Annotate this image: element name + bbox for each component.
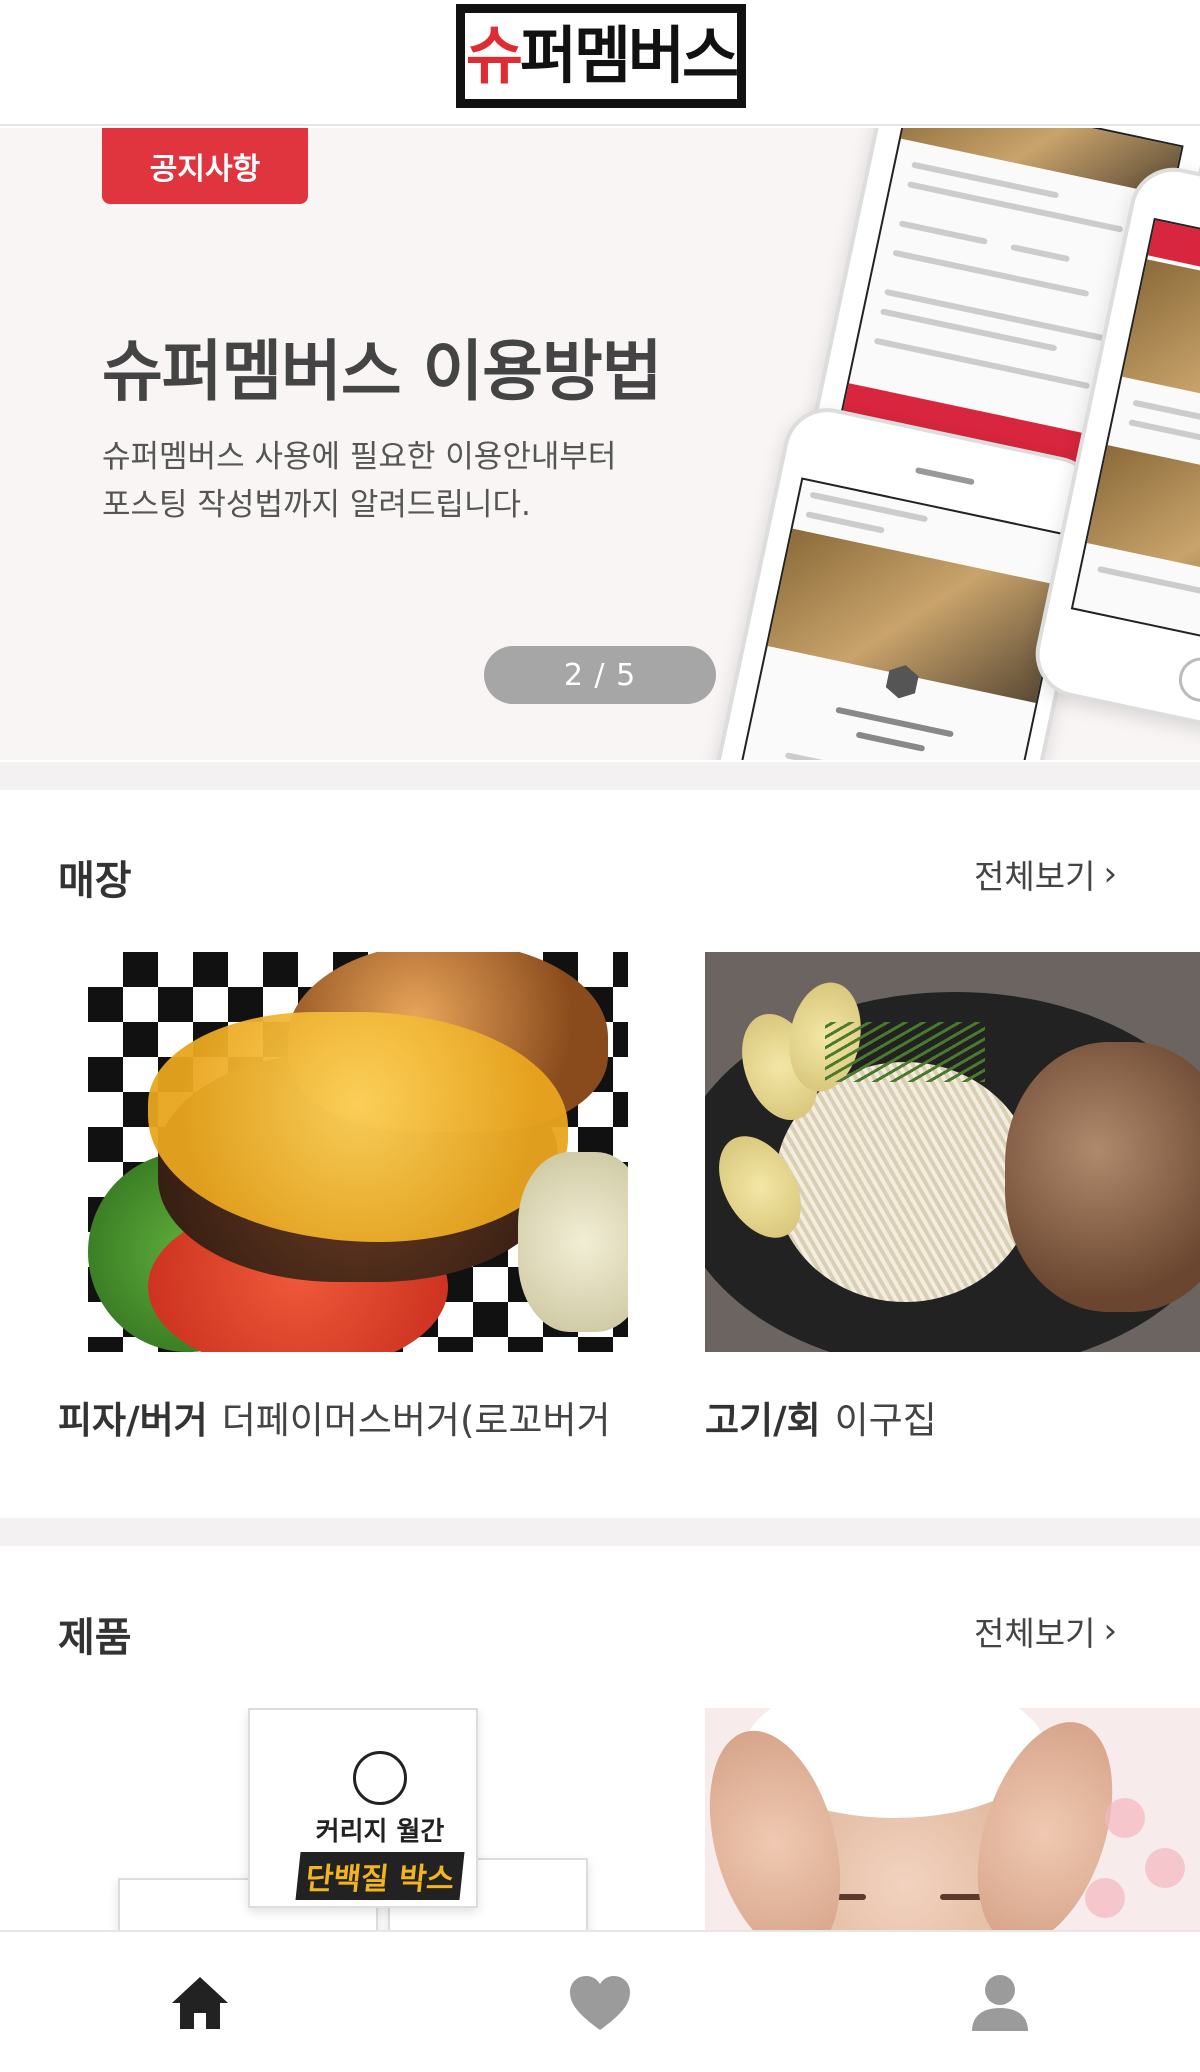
products-see-all-link[interactable]: 전체보기 ›	[974, 1607, 1117, 1655]
banner-pager: 2 / 5	[484, 646, 716, 704]
stores-title: 매장	[58, 858, 132, 904]
store-card-label[interactable]: 피자/버거 더페이머스버거(로꼬버거	[58, 1390, 668, 1444]
store-card-image[interactable]	[88, 952, 628, 1352]
section-divider	[0, 1518, 1200, 1546]
logo-text: 슈퍼멤버스	[465, 19, 739, 92]
section-divider	[0, 762, 1200, 790]
see-all-label: 전체보기	[974, 1614, 1096, 1653]
banner-title: 슈퍼멤버스 이용방법	[102, 333, 662, 410]
app-logo[interactable]: 슈퍼멤버스	[456, 4, 746, 108]
heart-icon[interactable]	[565, 1968, 635, 2038]
store-name: 더페이머스버거(로꼬버거	[221, 1399, 611, 1442]
chevron-right-icon: ›	[1103, 1611, 1118, 1651]
person-icon[interactable]	[965, 1968, 1035, 2038]
see-all-label: 전체보기	[974, 857, 1096, 896]
store-category: 피자/버거	[58, 1399, 208, 1442]
phone-mockup-center	[693, 399, 1107, 760]
products-title: 제품	[58, 1615, 132, 1661]
store-name: 이구집	[834, 1399, 937, 1442]
bottom-tab-bar	[0, 1930, 1200, 2072]
store-card-image[interactable]	[705, 952, 1200, 1352]
product-box-logo: 커리지 월간 단백질 박스	[290, 1750, 470, 1900]
app-header: 슈퍼멤버스	[0, 0, 1200, 126]
product-card-image[interactable]	[705, 1708, 1200, 1930]
product-card-image[interactable]: 커리지 월간 단백질 박스	[88, 1708, 628, 1930]
home-icon[interactable]	[165, 1968, 235, 2038]
notice-banner[interactable]: 공지사항 슈퍼멤버스 이용방법 슈퍼멤버스 사용에 필요한 이용안내부터 포스팅…	[0, 128, 1200, 760]
banner-description: 슈퍼멤버스 사용에 필요한 이용안내부터 포스팅 작성법까지 알려드립니다.	[102, 439, 617, 523]
chevron-right-icon: ›	[1103, 854, 1118, 894]
store-category: 고기/회	[705, 1399, 821, 1442]
store-card-label[interactable]: 고기/회 이구집	[705, 1390, 1200, 1444]
stores-see-all-link[interactable]: 전체보기 ›	[974, 850, 1117, 898]
notice-badge: 공지사항	[102, 128, 308, 204]
